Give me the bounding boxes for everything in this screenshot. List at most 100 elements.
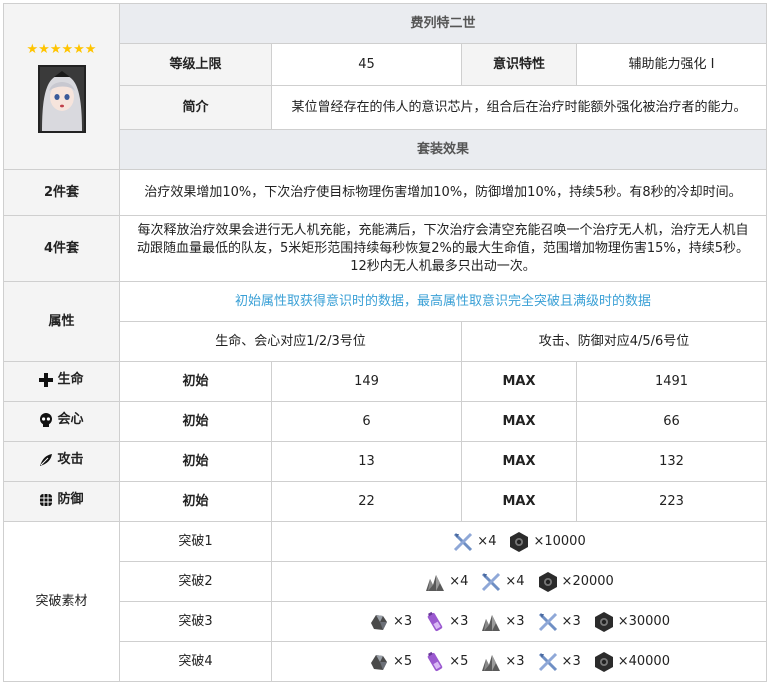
material-qty: ×20000 <box>561 573 614 589</box>
stat-max: 1491 <box>575 361 768 402</box>
material-item: ×5 <box>424 651 468 673</box>
chip-info-table: ★★★★★★ 费列特二世 等级上限 45 意识特性 辅助能力强化 I 简介 某位… <box>3 3 768 682</box>
ore-icon <box>424 571 449 593</box>
material-qty: ×10000 <box>533 533 586 549</box>
material-qty: ×3 <box>561 613 581 629</box>
slots-right: 攻击、防御对应4/5/6号位 <box>460 321 768 362</box>
blade-icon <box>452 531 477 553</box>
material-item: ×4 <box>452 531 496 553</box>
rock-icon <box>368 611 393 633</box>
material-item: ×4 <box>480 571 525 593</box>
breakthrough-materials: ×3 ×3 ×3 ×3 ×30000 <box>270 601 768 642</box>
breakthrough-row-name: 突破1 <box>119 521 272 562</box>
material-qty: ×4 <box>505 573 525 589</box>
rock-icon <box>368 651 393 673</box>
material-item: ×40000 <box>593 651 670 673</box>
four-piece-text: 每次释放治疗效果会进行无人机充能，充能满后，下次治疗会清空充能召唤一个治疗无人机… <box>118 215 768 282</box>
max-label: MAX <box>461 441 577 482</box>
stat-hp-label: 生命 <box>3 361 120 402</box>
material-qty: ×5 <box>393 653 413 669</box>
chip-portrait-cell: ★★★★★★ <box>3 3 120 170</box>
material-item: ×5 <box>368 651 412 673</box>
trait-label: 意识特性 <box>461 43 577 86</box>
stat-name: 会心 <box>57 411 84 427</box>
material-item: ×30000 <box>593 611 670 633</box>
material-qty: ×3 <box>393 613 413 629</box>
chip-portrait <box>37 64 86 133</box>
material-qty: ×4 <box>477 533 497 549</box>
breakthrough-label: 突破素材 <box>3 521 120 682</box>
material-qty: ×5 <box>449 653 469 669</box>
stat-max: 66 <box>575 401 768 442</box>
material-item: ×20000 <box>537 571 614 593</box>
material-qty: ×3 <box>505 653 525 669</box>
breakthrough-row-name: 突破2 <box>119 561 272 602</box>
breakthrough-row-name: 突破3 <box>119 601 272 642</box>
nut-icon <box>537 571 562 593</box>
intro-label: 简介 <box>119 85 272 130</box>
nut-icon <box>508 531 533 553</box>
material-qty: ×3 <box>449 613 469 629</box>
shield-grid-icon <box>40 493 53 506</box>
material-qty: ×4 <box>449 573 469 589</box>
stat-initial: 6 <box>271 401 462 442</box>
four-piece-label: 4件套 <box>3 215 120 282</box>
attributes-label: 属性 <box>3 281 120 362</box>
blade-icon <box>537 651 562 673</box>
two-piece-label: 2件套 <box>3 169 120 216</box>
battery-icon <box>424 651 449 673</box>
material-qty: ×3 <box>561 653 581 669</box>
material-item: ×4 <box>424 571 468 593</box>
feather-icon <box>40 453 53 466</box>
material-qty: ×30000 <box>617 613 670 629</box>
stat-name: 攻击 <box>57 451 84 467</box>
chip-name: 费列特二世 <box>118 3 768 44</box>
level-cap-value: 45 <box>271 43 462 86</box>
star-rating: ★★★★★★ <box>26 41 97 57</box>
breakthrough-materials: ×5 ×5 ×3 ×3 ×40000 <box>270 641 768 682</box>
ore-icon <box>480 611 505 633</box>
material-item: ×3 <box>537 651 581 673</box>
stat-max: 223 <box>575 481 768 522</box>
stat-def-label: 防御 <box>3 481 120 522</box>
max-label: MAX <box>461 481 577 522</box>
battery-icon <box>424 611 449 633</box>
material-item: ×3 <box>424 611 468 633</box>
level-cap-label: 等级上限 <box>119 43 272 86</box>
initial-label: 初始 <box>119 361 272 402</box>
plus-icon <box>39 372 54 387</box>
two-piece-text: 治疗效果增加10%，下次治疗使目标物理伤害增加10%，防御增加10%，持续5秒。… <box>118 169 768 216</box>
attributes-note: 初始属性取获得意识时的数据，最高属性取意识完全突破且满级时的数据 <box>118 281 768 322</box>
initial-label: 初始 <box>119 401 272 442</box>
breakthrough-row-name: 突破4 <box>119 641 272 682</box>
material-item: ×10000 <box>508 531 586 553</box>
stat-initial: 22 <box>271 481 462 522</box>
breakthrough-materials: ×4 ×4 ×20000 <box>270 561 768 602</box>
blade-icon <box>480 571 505 593</box>
material-item: ×3 <box>368 611 412 633</box>
stat-initial: 13 <box>271 441 462 482</box>
material-item: ×3 <box>537 611 581 633</box>
stat-initial: 149 <box>271 361 462 402</box>
nut-icon <box>593 651 618 673</box>
intro-text: 某位曾经存在的伟人的意识芯片，组合后在治疗时能额外强化被治疗者的能力。 <box>270 85 768 130</box>
breakthrough-materials: ×4 ×10000 <box>270 521 768 562</box>
max-label: MAX <box>461 361 577 402</box>
nut-icon <box>593 611 618 633</box>
stat-max: 132 <box>575 441 768 482</box>
material-qty: ×40000 <box>617 653 670 669</box>
max-label: MAX <box>461 401 577 442</box>
trait-value: 辅助能力强化 I <box>575 43 768 86</box>
set-effect-header: 套装效果 <box>118 129 768 170</box>
initial-label: 初始 <box>119 441 272 482</box>
material-item: ×3 <box>480 651 525 673</box>
initial-label: 初始 <box>119 481 272 522</box>
stat-atk-label: 攻击 <box>3 441 120 482</box>
stat-name: 生命 <box>57 371 84 387</box>
stat-crit-label: 会心 <box>3 401 120 442</box>
blade-icon <box>537 611 562 633</box>
skull-icon <box>40 412 53 427</box>
material-item: ×3 <box>480 611 525 633</box>
stat-name: 防御 <box>57 491 84 507</box>
slots-left: 生命、会心对应1/2/3号位 <box>119 321 462 362</box>
